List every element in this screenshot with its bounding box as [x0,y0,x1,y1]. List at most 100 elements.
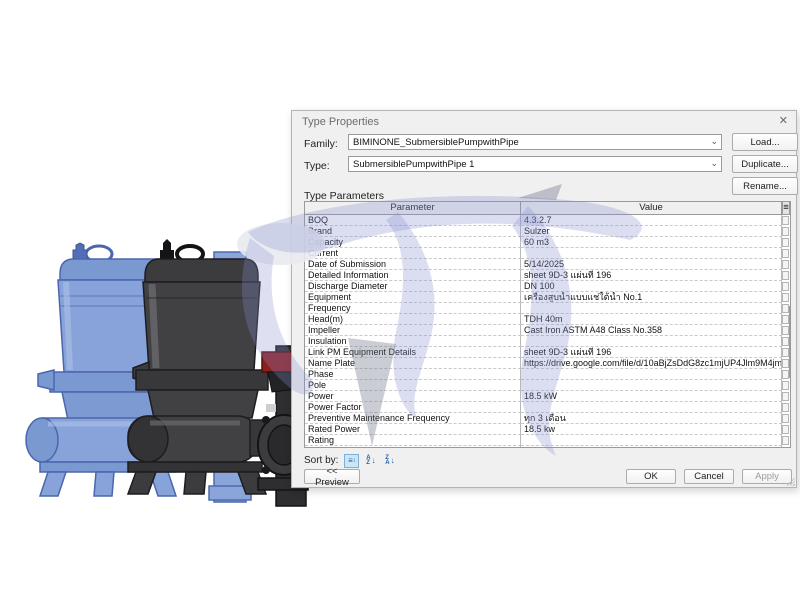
row-equalize-button[interactable] [782,315,789,324]
dialog-titlebar[interactable]: Type Properties ✕ [292,111,796,133]
equalize-column-header[interactable]: ≡ [782,202,790,214]
value-cell[interactable] [521,303,782,314]
value-cell[interactable]: 2222222257 [521,446,782,448]
parameter-column-header[interactable]: Parameter [305,202,521,214]
row-equalize-button[interactable] [782,271,789,280]
row-equalize-button[interactable] [782,337,789,346]
value-cell[interactable]: sheet 9D-3 แผ่นที่ 196 [521,347,782,358]
preview-button[interactable]: << Preview [304,469,360,484]
row-equalize-button[interactable] [782,293,789,302]
row-equalize-button[interactable] [782,260,789,269]
value-cell[interactable]: 18.5 kW [521,391,782,402]
parameter-cell: Insulation [305,336,521,347]
row-equalize-button[interactable] [782,370,789,379]
value-cell[interactable]: 5/14/2025 [521,259,782,270]
row-equalize-button[interactable] [782,304,789,313]
load-button[interactable]: Load... [732,133,798,151]
table-row[interactable]: BOQ4.3.2.7 [305,215,790,226]
row-equalize-button[interactable] [782,282,789,291]
row-equalize-button[interactable] [782,249,789,258]
table-row[interactable]: Pole [305,380,790,391]
value-cell[interactable]: 60 m3 [521,237,782,248]
value-cell[interactable]: https://drive.google.com/file/d/10aBjZsD… [521,358,782,369]
value-cell[interactable] [521,435,782,446]
type-parameters-table: Parameter Value ≡ BOQ4.3.2.7BrandSulzerC… [304,201,791,448]
value-cell[interactable] [521,380,782,391]
table-row[interactable]: Name Platehttps://drive.google.com/file/… [305,358,790,369]
row-equalize-button[interactable] [782,436,789,445]
row-equalize-button[interactable] [782,414,789,423]
table-row[interactable]: Preventive Maintenance Frequencyทุก 3 เด… [305,413,790,424]
table-row[interactable]: BrandSulzer [305,226,790,237]
parameter-cell: Head(m) [305,314,521,325]
value-cell[interactable]: ทุก 3 เดือน [521,413,782,424]
value-cell[interactable]: sheet 9D-3 แผ่นที่ 196 [521,270,782,281]
row-equalize-button[interactable] [782,425,789,434]
parameter-cell: Power Factor [305,402,521,413]
type-combobox[interactable]: SubmersiblePumpwithPipe 1 ⌄ [348,156,722,172]
parameter-cell: Power [305,391,521,402]
rename-button[interactable]: Rename... [732,177,798,195]
row-equalize-button[interactable] [782,392,789,401]
chevron-down-icon[interactable]: ⌄ [710,158,718,169]
value-cell[interactable]: Cast Iron ASTM A48 Class No.358 [521,325,782,336]
close-icon[interactable]: ✕ [779,115,788,127]
row-equalize-button[interactable] [782,447,789,448]
table-row[interactable]: Rated Power18.5 kw [305,424,790,435]
table-row[interactable]: Phase [305,369,790,380]
table-row[interactable]: Current [305,248,790,259]
apply-button[interactable]: Apply [742,469,792,484]
row-equalize-button[interactable] [782,227,789,236]
table-row[interactable]: Rating [305,435,790,446]
parameter-cell: Pole [305,380,521,391]
3d-pump-view [0,0,340,600]
table-row[interactable]: Serial Number2222222257 [305,446,790,448]
value-cell[interactable]: TDH 40m [521,314,782,325]
value-cell[interactable]: 18.5 kw [521,424,782,435]
table-row[interactable]: Date of Submission5/14/2025 [305,259,790,270]
scrollbar-thumb[interactable] [789,306,791,378]
row-equalize-button[interactable] [782,216,789,225]
table-row[interactable]: Discharge DiameterDN 100 [305,281,790,292]
chevron-down-icon[interactable]: ⌄ [710,136,718,147]
duplicate-button[interactable]: Duplicate... [732,155,798,173]
table-row[interactable]: Insulation [305,336,790,347]
ok-button[interactable]: OK [626,469,676,484]
cancel-button[interactable]: Cancel [684,469,734,484]
parameter-cell: BOQ [305,215,521,226]
table-row[interactable]: Capacity60 m3 [305,237,790,248]
table-row[interactable]: Power Factor [305,402,790,413]
value-cell[interactable]: เครื่องสูบน้ำแบบแช่ใต้น้ำ No.1 [521,292,782,303]
row-equalize-button[interactable] [782,403,789,412]
value-cell[interactable] [521,369,782,380]
table-row[interactable]: Detailed Informationsheet 9D-3 แผ่นที่ 1… [305,270,790,281]
table-row[interactable]: Head(m)TDH 40m [305,314,790,325]
value-cell[interactable] [521,336,782,347]
value-column-header[interactable]: Value [521,202,782,214]
row-equalize-button[interactable] [782,359,789,368]
value-cell[interactable]: Sulzer [521,226,782,237]
row-equalize-button[interactable] [782,348,789,357]
sort-by-label: Sort by: [304,455,338,466]
parameter-cell: Impeller [305,325,521,336]
family-combobox[interactable]: BIMINONE_SubmersiblePumpwithPipe ⌄ [348,134,722,150]
value-cell[interactable]: 4.3.2.7 [521,215,782,226]
parameter-cell: Date of Submission [305,259,521,270]
value-cell[interactable] [521,402,782,413]
value-cell[interactable] [521,248,782,259]
table-row[interactable]: Link PM Equipment Detailssheet 9D-3 แผ่น… [305,347,790,358]
parameter-cell: Discharge Diameter [305,281,521,292]
sort-descending-icon[interactable]: ZA ↓ [382,454,397,468]
table-row[interactable]: Frequency [305,303,790,314]
parameter-cell: Equipment [305,292,521,303]
sort-ascending-icon[interactable]: AZ ↓ [363,454,378,468]
value-cell[interactable]: DN 100 [521,281,782,292]
table-row[interactable]: Equipmentเครื่องสูบน้ำแบบแช่ใต้น้ำ No.1 [305,292,790,303]
resize-grip-icon[interactable] [786,477,795,486]
parameter-cell: Rated Power [305,424,521,435]
table-row[interactable]: Power18.5 kW [305,391,790,402]
table-row[interactable]: ImpellerCast Iron ASTM A48 Class No.358 [305,325,790,336]
row-equalize-button[interactable] [782,238,789,247]
row-equalize-button[interactable] [782,381,789,390]
row-equalize-button[interactable] [782,326,789,335]
